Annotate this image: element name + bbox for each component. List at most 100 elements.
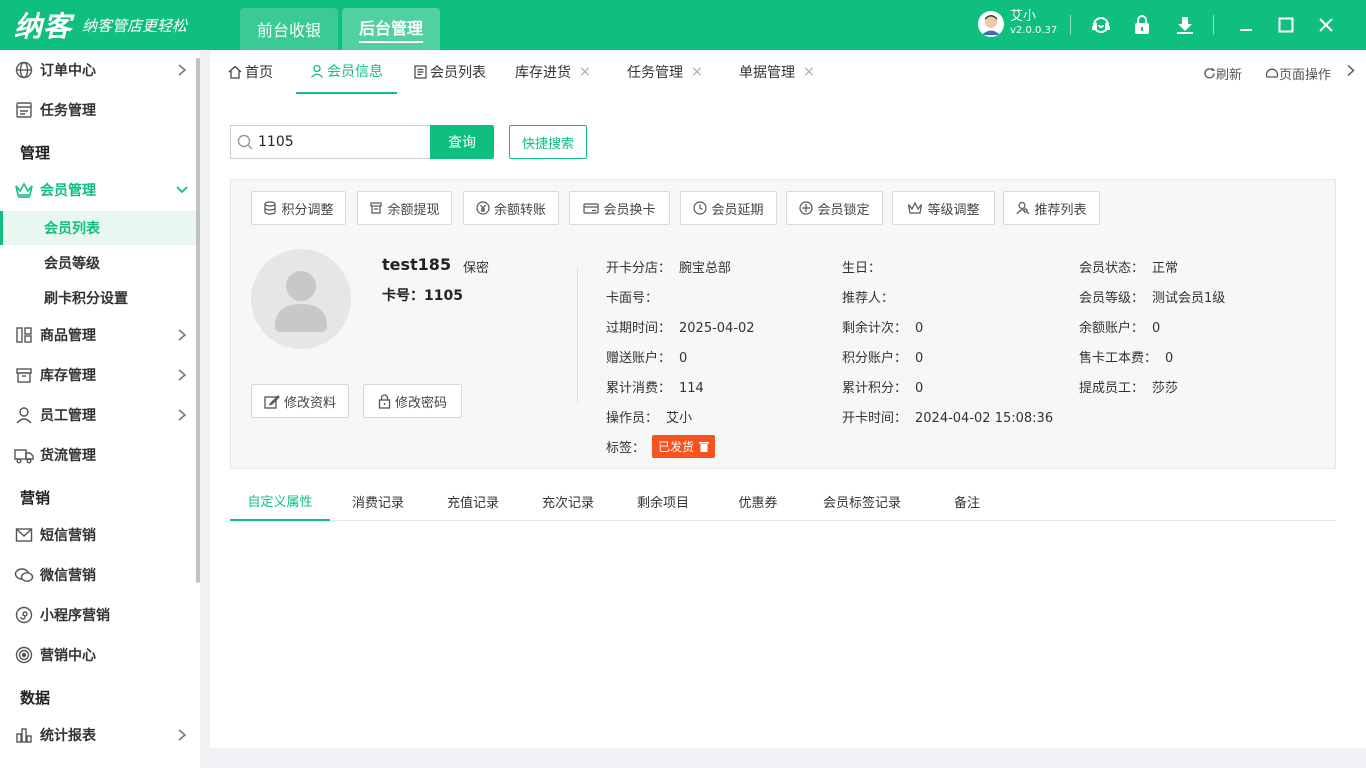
close-icon[interactable] (1314, 13, 1338, 37)
sidebar-item-marketing-center[interactable]: 营销中心 (0, 635, 196, 675)
goods-icon (14, 325, 34, 345)
tab-stock-purchase[interactable]: 库存进货 × (515, 50, 591, 94)
tab-member-list[interactable]: 会员列表 (414, 50, 486, 94)
change-card-button[interactable]: 会员换卡 (569, 191, 670, 225)
member-card: 积分调整 余额提现 余额转账 会员换卡 会员延期 会员锁定 等级调整 推荐列表 (230, 179, 1336, 469)
quick-search-button[interactable]: 快捷搜索 (509, 125, 587, 159)
status-badge[interactable]: 已发货 (652, 435, 716, 458)
member-lock-button[interactable]: 会员锁定 (786, 191, 883, 225)
tab-bill-manage[interactable]: 单据管理 × (739, 50, 815, 94)
field-operator: 操作员： 艾小 (606, 407, 692, 426)
tab-custom-attrs[interactable]: 自定义属性 (230, 482, 330, 521)
field-label: 会员等级： (1079, 291, 1145, 306)
target-icon (14, 645, 34, 665)
headset-icon[interactable] (1089, 13, 1113, 37)
field-referrer: 推荐人： (842, 287, 902, 306)
logo-slogan: 纳客管店更轻松 (82, 16, 188, 35)
task-icon (14, 100, 34, 120)
field-value: 正常 (1152, 261, 1179, 276)
tab-member-info[interactable]: 会员信息 (296, 50, 397, 94)
member-extend-button[interactable]: 会员延期 (680, 191, 777, 225)
sidebar-item-logistics[interactable]: 货流管理 (0, 435, 196, 475)
download-icon[interactable] (1173, 13, 1197, 37)
field-open-time: 开卡时间： 2024-04-02 15:08:36 (842, 407, 1053, 426)
sidebar-item-member[interactable]: 会员管理 (0, 170, 196, 210)
tab-count-recharge-records[interactable]: 充次记录 (530, 482, 606, 521)
sidebar-item-order[interactable]: 订单中心 (0, 50, 196, 90)
tab-remaining-items[interactable]: 剩余项目 (625, 482, 701, 521)
tab-home[interactable]: 首页 (228, 50, 273, 94)
tab-label: 会员列表 (430, 65, 486, 81)
field-label: 累计消费： (606, 381, 672, 396)
balance-transfer-button[interactable]: 余额转账 (463, 191, 559, 225)
sidebar-scrollbar[interactable] (196, 50, 200, 768)
clock-icon (693, 201, 708, 215)
top-tab-backend[interactable]: 后台管理 (342, 8, 440, 50)
refresh-button[interactable]: 刷新 (1203, 64, 1242, 83)
field-label: 推荐人： (842, 291, 895, 306)
sidebar-item-label: 小程序营销 (40, 608, 110, 624)
edit-profile-button[interactable]: 修改资料 (251, 384, 349, 418)
edit-password-button[interactable]: 修改密码 (363, 384, 462, 418)
app-version: v2.0.0.37 (1010, 25, 1058, 36)
field-value: 0 (1165, 351, 1174, 366)
close-tab-icon[interactable]: × (579, 64, 591, 80)
detail-tabs: 自定义属性 消费记录 充值记录 充次记录 剩余项目 优惠券 会员标签记录 备注 (230, 482, 1336, 521)
field-value: 0 (915, 351, 924, 366)
chevron-right-icon[interactable] (1346, 64, 1356, 77)
tab-tag-records[interactable]: 会员标签记录 (810, 482, 914, 521)
field-label: 赠送账户： (606, 351, 672, 366)
member-gender: 保密 (463, 261, 490, 276)
page-ops-button[interactable]: 页面操作 (1265, 64, 1331, 83)
maximize-icon[interactable] (1274, 13, 1298, 37)
search-button[interactable]: 查询 (430, 125, 494, 159)
sidebar-item-member-list[interactable]: 会员列表 (0, 211, 196, 245)
sidebar-item-label: 员工管理 (40, 408, 96, 424)
sidebar-item-label: 库存管理 (40, 368, 96, 384)
user-menu[interactable]: 艾小 v2.0.0.37 (978, 10, 1057, 38)
level-adjust-button[interactable]: 等级调整 (892, 191, 995, 225)
user-icon (310, 64, 324, 78)
top-tab-cashier[interactable]: 前台收银 (240, 8, 338, 50)
sidebar-item-stock[interactable]: 库存管理 (0, 355, 196, 395)
sidebar-item-wechat[interactable]: 微信营销 (0, 555, 196, 595)
sidebar-item-staff[interactable]: 员工管理 (0, 395, 196, 435)
button-label: 会员延期 (711, 202, 764, 218)
button-label: 余额提现 (387, 202, 440, 218)
field-tag: 标签： (606, 437, 645, 456)
field-label: 累计积分： (842, 381, 908, 396)
field-value: 莎莎 (1152, 381, 1179, 396)
chevron-right-icon (176, 728, 188, 742)
lock-icon[interactable] (1130, 13, 1154, 37)
sidebar-item-sms[interactable]: 短信营销 (0, 515, 196, 555)
sidebar-item-miniapp[interactable]: 小程序营销 (0, 595, 196, 635)
tab-recharge-records[interactable]: 充值记录 (435, 482, 511, 521)
tab-task-manage[interactable]: 任务管理 × (627, 50, 703, 94)
sidebar-item-card-points[interactable]: 刷卡积分设置 (0, 281, 196, 315)
referral-list-button[interactable]: 推荐列表 (1003, 191, 1100, 225)
top-bar: 纳客 纳客管店更轻松 前台收银 后台管理 艾小 v2.0.0.37 (0, 0, 1366, 50)
minimize-icon[interactable] (1234, 13, 1258, 37)
close-tab-icon[interactable]: × (803, 64, 815, 80)
button-label: 修改密码 (394, 395, 447, 411)
tab-coupons[interactable]: 优惠券 (727, 482, 789, 521)
points-adjust-button[interactable]: 积分调整 (251, 191, 346, 225)
field-value: 2024-04-02 15:08:36 (915, 411, 1054, 426)
search-input[interactable] (258, 134, 418, 150)
refresh-label: 刷新 (1216, 68, 1243, 83)
scrollbar-thumb[interactable] (196, 58, 200, 583)
trash-icon[interactable] (699, 441, 710, 452)
sidebar-item-report[interactable]: 统计报表 (0, 715, 196, 755)
field-remain-count: 剩余计次： 0 (842, 317, 923, 336)
close-tab-icon[interactable]: × (691, 64, 703, 80)
page-ops-icon (1265, 67, 1279, 80)
search-box[interactable] (230, 125, 430, 159)
member-avatar (251, 249, 351, 349)
sidebar-item-member-level[interactable]: 会员等级 (0, 246, 196, 280)
sidebar-item-goods[interactable]: 商品管理 (0, 315, 196, 355)
sidebar-item-label: 会员管理 (40, 183, 96, 199)
tab-consume-records[interactable]: 消费记录 (340, 482, 416, 521)
sidebar-item-task[interactable]: 任务管理 (0, 90, 196, 130)
balance-withdraw-button[interactable]: 余额提现 (357, 191, 452, 225)
tab-remarks[interactable]: 备注 (940, 482, 994, 521)
